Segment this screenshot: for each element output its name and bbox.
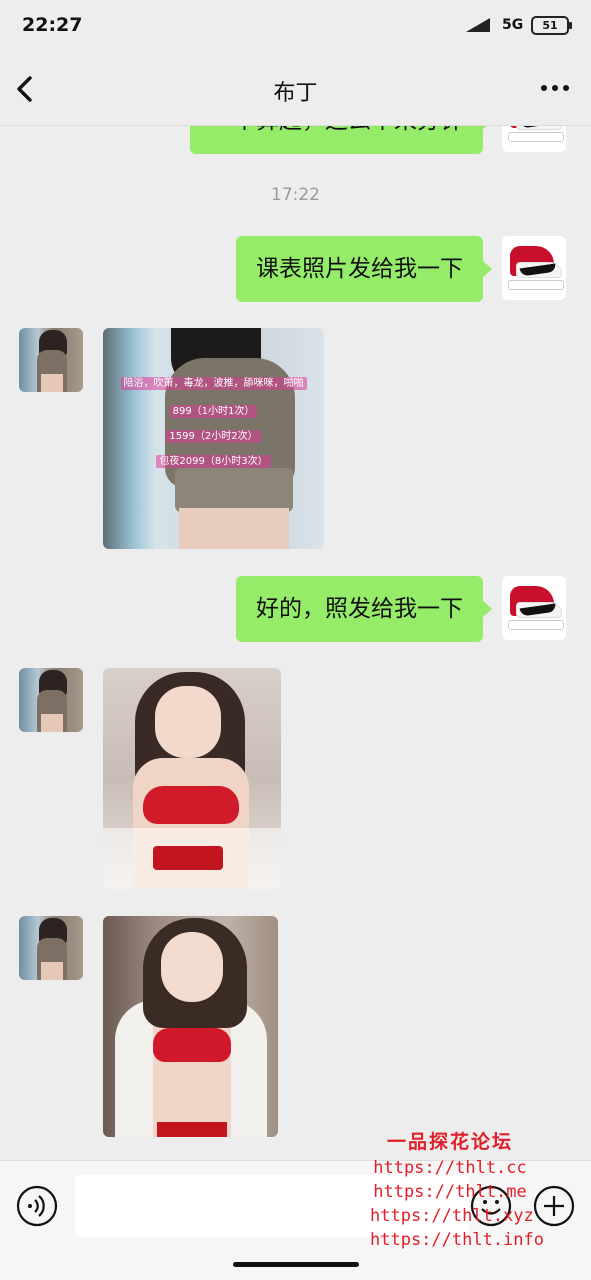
my-avatar[interactable] (502, 576, 566, 640)
image-message[interactable] (103, 668, 281, 889)
watermark: 一品探花论坛 https://thlt.cc https://thlt.me h… (370, 1128, 544, 1252)
contact-avatar[interactable] (19, 916, 83, 980)
message-text: 好的，照发给我一下 (256, 596, 463, 622)
my-avatar[interactable] (502, 236, 566, 300)
home-indicator[interactable] (233, 1262, 359, 1267)
battery-icon: 51 (531, 16, 572, 35)
message-bubble-outgoing[interactable]: 好的，照发给我一下 (236, 576, 492, 642)
chat-title: 布丁 (273, 81, 318, 106)
image-overlay-text: 1599（2小时2次） (166, 430, 261, 443)
signal-icon (466, 18, 490, 32)
watermark-url: https://thlt.xyz (370, 1206, 534, 1226)
message-bubble-outgoing[interactable]: 一个算起，这么个来分钟 (190, 126, 492, 154)
message-text: 一个算起，这么个来分钟 (210, 126, 463, 134)
chat-area[interactable]: 一个算起，这么个来分钟 17:22 课表照片发给我一下 陪浴，吹萧，毒龙，波推，… (0, 126, 591, 1160)
more-icon[interactable] (539, 78, 571, 98)
contact-avatar[interactable] (19, 328, 83, 392)
watermark-url: https://thlt.cc (373, 1158, 527, 1178)
image-message[interactable] (103, 916, 278, 1137)
watermark-title: 一品探花论坛 (386, 1131, 513, 1153)
message-bubble-outgoing[interactable]: 课表照片发给我一下 (236, 236, 492, 302)
watermark-url: https://thlt.me (373, 1182, 527, 1202)
watermark-url: https://thlt.info (370, 1230, 544, 1250)
message-timestamp: 17:22 (271, 185, 320, 205)
message-text: 课表照片发给我一下 (256, 256, 463, 282)
my-avatar[interactable] (502, 126, 566, 152)
image-message[interactable]: 陪浴，吹萧，毒龙，波推，舔咪咪，啪啪 899（1小时1次） 1599（2小时2次… (103, 328, 324, 549)
status-time: 22:27 (22, 14, 83, 36)
image-overlay-text: 陪浴，吹萧，毒龙，波推，舔咪咪，啪啪 (120, 377, 307, 390)
network-type: 5G (502, 17, 524, 33)
status-bar: 22:27 5G 51 (0, 0, 591, 52)
plus-icon[interactable] (533, 1185, 575, 1227)
image-overlay-text: 899（1小时1次） (169, 405, 258, 418)
image-overlay-text: 包夜2099（8小时3次） (156, 455, 271, 468)
voice-icon[interactable] (16, 1185, 58, 1227)
nav-bar: 布丁 (0, 52, 591, 126)
contact-avatar[interactable] (19, 668, 83, 732)
